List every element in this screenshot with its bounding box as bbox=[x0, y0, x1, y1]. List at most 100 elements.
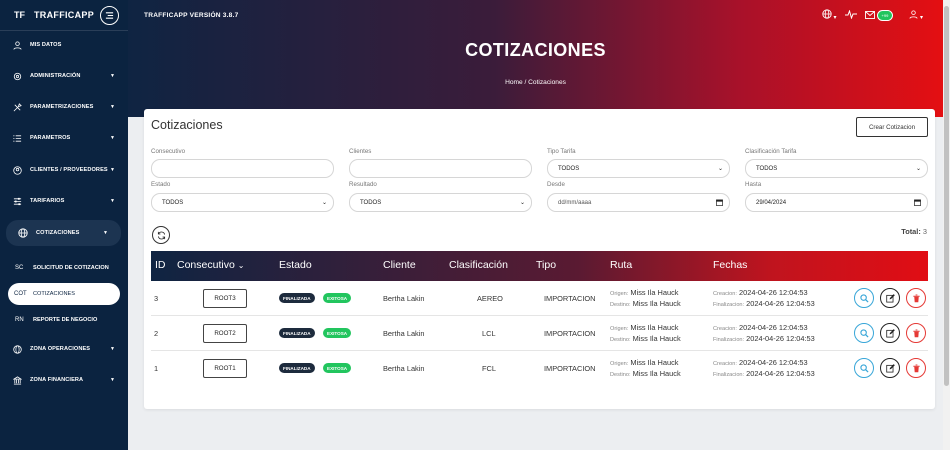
creacion-cell: Creacion: 2024-04-26 12:04:53 bbox=[713, 323, 808, 332]
finalizacion-label: Finalizacion: bbox=[713, 372, 745, 378]
resultado-badge: EXITOSA bbox=[323, 328, 352, 338]
sidebar-item-cotizaciones[interactable]: COTIZACIONES ▼ bbox=[6, 220, 121, 246]
subitem-label: REPORTE DE NEGOCIO bbox=[33, 317, 98, 323]
subitem-label: SOLICITUD DE COTIZACION bbox=[33, 265, 109, 271]
edit-button[interactable] bbox=[880, 358, 900, 378]
chevron-down-icon: ▼ bbox=[110, 377, 116, 383]
page-scrollbar[interactable] bbox=[943, 0, 950, 450]
desde-date-input[interactable]: dd/mm/aaaa bbox=[547, 193, 730, 212]
sidebar-item-administracion[interactable]: ADMINISTRACIÓN ▼ bbox=[0, 63, 128, 89]
consecutivo-button[interactable]: ROOT1 bbox=[203, 359, 247, 378]
delete-button[interactable] bbox=[906, 358, 926, 378]
consecutivo-button[interactable]: ROOT2 bbox=[203, 324, 247, 343]
search-icon bbox=[859, 328, 869, 338]
clasificacion-tarifa-select[interactable]: TODOS ⌄ bbox=[745, 159, 928, 178]
clientes-input[interactable] bbox=[349, 159, 532, 178]
create-cotizacion-button[interactable]: Crear Cotizacion bbox=[856, 117, 928, 137]
sidebar-item-label: ADMINISTRACIÓN bbox=[30, 73, 81, 79]
resultado-badge: EXITOSA bbox=[323, 363, 352, 373]
tipo-tarifa-select[interactable]: TODOS ⌄ bbox=[547, 159, 730, 178]
delete-button[interactable] bbox=[906, 288, 926, 308]
search-icon bbox=[859, 363, 869, 373]
globe-icon[interactable]: ▾ bbox=[822, 9, 837, 21]
estado-select[interactable]: TODOS ⌄ bbox=[151, 193, 334, 212]
delete-button[interactable] bbox=[906, 323, 926, 343]
subitem-abbr: RN bbox=[15, 317, 24, 323]
sidebar-item-zona-operaciones[interactable]: ZONA OPERACIONES ▼ bbox=[0, 336, 128, 362]
gear-icon bbox=[0, 72, 30, 81]
chevron-down-icon: ▼ bbox=[110, 198, 116, 204]
sidebar-item-zona-financiera[interactable]: ZONA FINANCIERA ▼ bbox=[0, 367, 128, 393]
sidebar-item-parametros[interactable]: PARAMETROS ▼ bbox=[0, 125, 128, 151]
user-icon[interactable]: ▾ bbox=[909, 9, 923, 21]
sidebar-subitem-cotizaciones[interactable]: COT COTIZACIONES bbox=[8, 283, 120, 305]
destino-value: Miss Ila Hauck bbox=[632, 369, 681, 378]
hasta-label: Hasta bbox=[745, 181, 762, 188]
total-count: Total: 3 bbox=[901, 227, 927, 236]
consecutivo-label: Consecutivo bbox=[151, 148, 186, 155]
hasta-value: 29/04/2024 bbox=[756, 199, 787, 206]
mail-count-badge: +99 bbox=[876, 9, 894, 21]
origen-label: Origen: bbox=[610, 326, 629, 332]
th-consecutivo[interactable]: Consecutivo ⌄ bbox=[177, 259, 244, 271]
mail-icon[interactable]: +99 bbox=[864, 9, 894, 21]
view-button[interactable] bbox=[854, 323, 874, 343]
origen-cell: Origen: Miss Ila Hauck bbox=[610, 358, 678, 367]
tipo-cell: IMPORTACION bbox=[544, 329, 596, 338]
sidebar-item-parametrizaciones[interactable]: PARAMETRIZACIONES ▼ bbox=[0, 94, 128, 120]
calendar-icon[interactable] bbox=[914, 199, 921, 208]
th-id[interactable]: ID bbox=[155, 259, 166, 271]
creacion-label: Creacion: bbox=[713, 361, 737, 367]
tipo-cell: IMPORTACION bbox=[544, 364, 596, 373]
calendar-icon[interactable] bbox=[716, 199, 723, 208]
sidebar-subitem-solicitud[interactable]: SC SOLICITUD DE COTIZACION bbox=[0, 257, 128, 279]
subitem-label: COTIZACIONES bbox=[33, 291, 75, 297]
th-consecutivo-label: Consecutivo bbox=[177, 259, 235, 271]
cliente-cell: Bertha Lakin bbox=[383, 364, 425, 373]
activity-icon[interactable] bbox=[844, 8, 857, 21]
chevron-down-icon: ⌄ bbox=[321, 200, 327, 206]
estado-badge: FINALIZADA bbox=[279, 363, 315, 373]
estado-badge: FINALIZADA bbox=[279, 328, 315, 338]
th-tipo[interactable]: Tipo bbox=[536, 259, 556, 271]
th-clasificacion[interactable]: Clasificación bbox=[449, 259, 508, 271]
tipo-tarifa-value: TODOS bbox=[558, 165, 580, 172]
resultado-select[interactable]: TODOS ⌄ bbox=[349, 193, 532, 212]
view-button[interactable] bbox=[854, 288, 874, 308]
user-circle-icon bbox=[0, 165, 30, 175]
th-ruta[interactable]: Ruta bbox=[610, 259, 632, 271]
clientes-label: Clientes bbox=[349, 148, 372, 155]
creacion-label: Creacion: bbox=[713, 326, 737, 332]
sidebar-item-label: ZONA FINANCIERA bbox=[30, 377, 84, 383]
sidebar-item-mis-datos[interactable]: MIS DATOS bbox=[0, 32, 128, 58]
creacion-cell: Creacion: 2024-04-26 12:04:53 bbox=[713, 358, 808, 367]
origen-value: Miss Ila Hauck bbox=[630, 358, 679, 367]
origen-cell: Origen: Miss Ila Hauck bbox=[610, 288, 678, 297]
sliders-icon bbox=[0, 197, 30, 206]
creacion-value: 2024-04-26 12:04:53 bbox=[739, 358, 808, 367]
chevron-down-icon: ▼ bbox=[103, 230, 109, 236]
row-id: 3 bbox=[154, 294, 159, 303]
scrollbar-thumb[interactable] bbox=[944, 6, 949, 386]
clasificacion-cell: AEREO bbox=[477, 294, 503, 303]
menu-toggle-icon[interactable] bbox=[100, 6, 119, 25]
brand: TF TRAFFICAPP bbox=[0, 0, 128, 31]
sidebar-item-clientes-proveedores[interactable]: CLIENTES / PROVEEDORES ▼ bbox=[0, 157, 128, 183]
sidebar-subitem-reporte[interactable]: RN REPORTE DE NEGOCIO bbox=[0, 309, 128, 331]
row-id: 2 bbox=[154, 329, 159, 338]
destino-cell: Destino: Miss Ila Hauck bbox=[610, 369, 681, 378]
th-fechas[interactable]: Fechas bbox=[713, 259, 747, 271]
edit-button[interactable] bbox=[880, 288, 900, 308]
th-estado[interactable]: Estado bbox=[279, 259, 312, 271]
bank-icon bbox=[0, 375, 30, 385]
hasta-date-input[interactable]: 29/04/2024 bbox=[745, 193, 928, 212]
th-cliente[interactable]: Cliente bbox=[383, 259, 416, 271]
sidebar-item-tarifarios[interactable]: TARIFARIOS ▼ bbox=[0, 188, 128, 214]
consecutivo-input[interactable] bbox=[151, 159, 334, 178]
edit-button[interactable] bbox=[880, 323, 900, 343]
globe-icon bbox=[0, 344, 30, 354]
view-button[interactable] bbox=[854, 358, 874, 378]
page-header: TRAFFICAPP VERSIÓN 3.8.7 ▾ +99 ▾ COTIZAC… bbox=[128, 0, 943, 117]
consecutivo-button[interactable]: ROOT3 bbox=[203, 289, 247, 308]
refresh-button[interactable] bbox=[152, 226, 170, 244]
